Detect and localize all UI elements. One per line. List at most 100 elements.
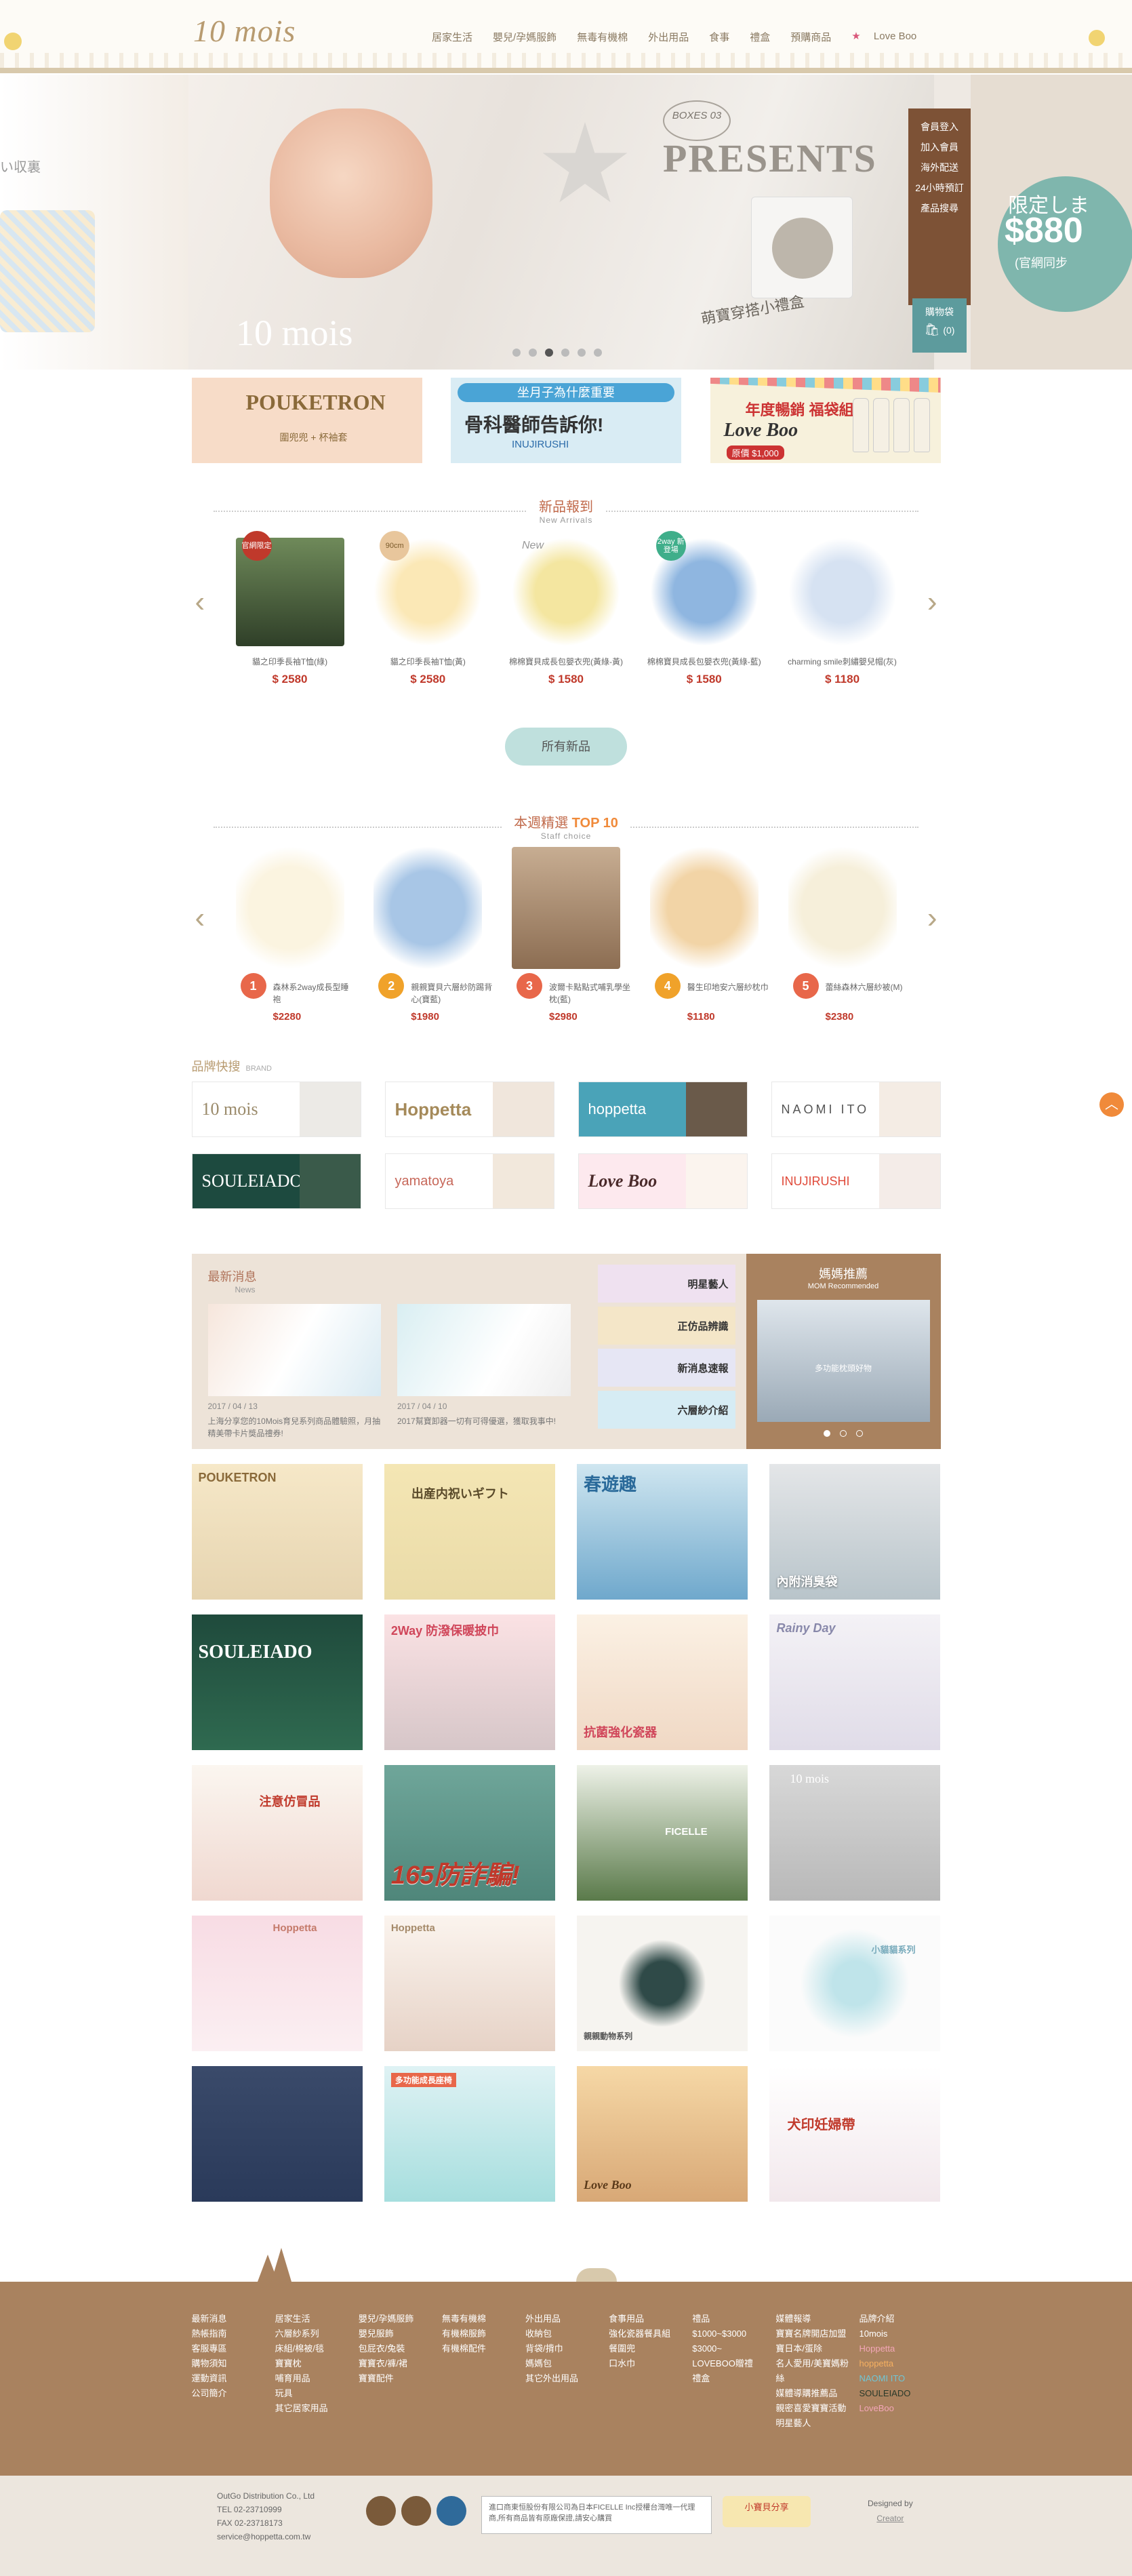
news-card[interactable]: 2017 / 04 / 10 2017幫寶卸器一切有可得優選，獲取我事中! [397, 1304, 571, 1440]
footer-link[interactable]: 收納包 [525, 2326, 607, 2341]
footer-link[interactable]: 有機棉配件 [442, 2341, 523, 2356]
promo-tile[interactable]: 小貓貓系列 [769, 1916, 941, 2051]
footer-link[interactable]: 寶寶配件 [359, 2371, 440, 2386]
product-card[interactable]: 官網限定 貓之印季長袖T恤(綠) $ 2580 [226, 531, 355, 686]
footer-link[interactable]: SOULEIADO [860, 2386, 941, 2401]
promo-tile[interactable]: Love Boo [577, 2066, 748, 2202]
promo-tile[interactable]: 2Way 防潑保暖披巾 [384, 1614, 555, 1750]
six-layer-gauze-button[interactable]: 六層紗介紹 [597, 1391, 735, 1429]
footer-link[interactable]: 有機棉服飾 [442, 2326, 523, 2341]
nav-love-boo[interactable]: ★ Love Boo [841, 30, 937, 44]
footer-link[interactable]: NAOMI ITO [860, 2371, 941, 2386]
product-card[interactable]: 4 醫生印地安六層紗枕巾 $1180 [640, 847, 769, 1023]
promo-tile[interactable]: POUKETRON [191, 1464, 363, 1600]
chevron-left-icon[interactable]: ‹ [195, 901, 205, 935]
member-join-link[interactable]: 加入會員 [908, 137, 971, 157]
company-email[interactable]: service@hoppetta.com.tw [217, 2530, 315, 2543]
nav-dining[interactable]: 食事 [699, 30, 740, 44]
footer-link[interactable]: $3000~ [692, 2341, 773, 2356]
footer-link[interactable]: 名人愛用/美寶媽粉絲 [775, 2356, 857, 2386]
footer-link[interactable]: 寶寶名牌開店加盟 [775, 2326, 857, 2341]
twca-badge-icon[interactable] [437, 2496, 466, 2526]
product-card[interactable]: New 棉棉寶貝成長包嬰衣兜(黃綠-黃) $ 1580 [502, 531, 630, 686]
news-card[interactable]: 2017 / 04 / 13 上海分享您的10Mois育兒系列商品體驗照，月抽精… [207, 1304, 381, 1440]
all-new-button[interactable]: 所有新品 [505, 728, 627, 766]
preorder-24h-link[interactable]: 24小時預訂 [908, 178, 971, 198]
nav-preorder[interactable]: 預購商品 [780, 30, 841, 44]
promo-tile[interactable]: 10 mois [769, 1765, 941, 1901]
hero-dot[interactable] [594, 349, 602, 357]
product-card[interactable]: 90cm 貓之印季長袖T恤(黃) $ 2580 [363, 531, 492, 686]
footer-link[interactable]: 床組/棉被/毯 [275, 2341, 357, 2356]
footer-link[interactable]: 寶日本/蛋除 [775, 2341, 857, 2356]
footer-link[interactable]: 媒體報導 [775, 2312, 857, 2326]
footer-link[interactable]: $1000~$3000 [692, 2326, 773, 2341]
member-login-link[interactable]: 會員登入 [908, 117, 971, 137]
product-card[interactable]: 5 蕾絲森林六層紗被(M) $2380 [778, 847, 907, 1023]
nav-home-living[interactable]: 居家生活 [422, 30, 483, 44]
promo-tile[interactable]: Rainy Day [769, 1614, 941, 1750]
product-card[interactable]: 3 波爾卡點點式哺乳學坐枕(藍) $2980 [502, 847, 630, 1023]
promo-tile[interactable]: 165防詐騙! [384, 1765, 555, 1901]
footer-link[interactable]: 品牌介紹 [860, 2312, 941, 2326]
promo-tile[interactable]: 春遊趣 [577, 1464, 748, 1600]
promo-loveboo[interactable]: 年度暢銷 福袋組 Love Boo 原價 $1,000 [710, 378, 941, 463]
hero-slide[interactable]: BOXES 03 PRESENTS 萌寶穿搭小禮盒 10 mois [188, 75, 934, 370]
footer-link[interactable]: 明星藝人 [775, 2416, 857, 2431]
promo-tile[interactable]: SOULEIADO [191, 1614, 363, 1750]
footer-link[interactable]: 禮盒 [692, 2371, 773, 2386]
footer-link[interactable]: 禮品 [692, 2312, 773, 2326]
footer-link[interactable]: 食事用品 [609, 2312, 690, 2326]
footer-link[interactable]: 最新消息 [192, 2312, 273, 2326]
hero-dot[interactable] [529, 349, 537, 357]
mom-dot-active[interactable] [824, 1430, 830, 1437]
brand-love-boo[interactable]: Love Boo [578, 1153, 748, 1209]
promo-tile[interactable]: 抗菌強化瓷器 [577, 1614, 748, 1750]
brand-hoppetta-champignon[interactable]: hoppetta [578, 1082, 748, 1137]
chevron-left-icon[interactable]: ‹ [195, 585, 205, 619]
brand-yamatoya[interactable]: yamatoya [384, 1153, 554, 1209]
product-card[interactable]: 2 親親寶貝六層紗防踢背心(寶藍) $1980 [363, 847, 492, 1023]
promo-tile[interactable]: Hoppetta [191, 1916, 363, 2051]
promo-postpartum[interactable]: 坐月子為什麼重要 骨科醫師告訴你! INUJIRUSHI [451, 378, 681, 463]
footer-link[interactable]: 口水巾 [609, 2356, 690, 2371]
chevron-right-icon[interactable]: › [927, 901, 937, 935]
footer-link[interactable]: 居家生活 [275, 2312, 357, 2326]
facebook-icon[interactable] [366, 2496, 396, 2526]
footer-link[interactable]: 包屁衣/兔裝 [359, 2341, 440, 2356]
footer-link[interactable]: 玩具 [275, 2386, 357, 2401]
footer-link[interactable]: Hoppetta [860, 2341, 941, 2356]
promo-tile[interactable]: 犬印妊婦帶 [769, 2066, 941, 2202]
footer-link[interactable]: 其它居家用品 [275, 2401, 357, 2416]
footer-link[interactable]: 強化瓷器餐具組 [609, 2326, 690, 2341]
mom-dot[interactable] [856, 1430, 863, 1437]
designer-link[interactable]: Creator [876, 2514, 904, 2523]
footer-link[interactable]: 外出用品 [525, 2312, 607, 2326]
footer-link[interactable]: 客服專區 [192, 2341, 273, 2356]
authenticity-button[interactable]: 正仿品辨識 [597, 1307, 735, 1345]
hero-dot[interactable] [512, 349, 521, 357]
promo-tile[interactable]: 親親動物系列 [577, 1916, 748, 2051]
nav-baby-clothing[interactable]: 嬰兒/孕媽服飾 [483, 30, 567, 44]
footer-link[interactable]: 運動資訊 [192, 2371, 273, 2386]
hero-dot-active[interactable] [545, 349, 553, 357]
news-flash-button[interactable]: 新消息速報 [597, 1349, 735, 1387]
chevron-right-icon[interactable]: › [927, 585, 937, 619]
footer-link[interactable]: 嬰兒/孕媽服飾 [359, 2312, 440, 2326]
promo-tile[interactable]: 注意仿冒品 [191, 1765, 363, 1901]
promo-tile[interactable]: 出産内祝いギフト [384, 1464, 555, 1600]
product-card[interactable]: charming smile刺繡嬰兒帽(灰) $ 1180 [778, 531, 907, 686]
footer-link[interactable]: 六層紗系列 [275, 2326, 357, 2341]
footer-link[interactable]: 無毒有機棉 [442, 2312, 523, 2326]
nav-outdoor[interactable]: 外出用品 [638, 30, 699, 44]
promo-tile[interactable]: FICELLE [577, 1765, 748, 1901]
site-logo[interactable]: 10 mois [193, 5, 296, 51]
hero-dot[interactable] [578, 349, 586, 357]
footer-link[interactable]: 親密喜愛寶寶活動 [775, 2401, 857, 2416]
nav-organic-cotton[interactable]: 無毒有機棉 [567, 30, 638, 44]
hero-prev-slide[interactable]: い収裏 [0, 75, 188, 370]
footer-link[interactable]: 寶寶枕 [275, 2356, 357, 2371]
hero-dot[interactable] [561, 349, 569, 357]
footer-link[interactable]: 熱帳指南 [192, 2326, 273, 2341]
promo-tile[interactable]: 多功能成長座椅 [384, 2066, 555, 2202]
